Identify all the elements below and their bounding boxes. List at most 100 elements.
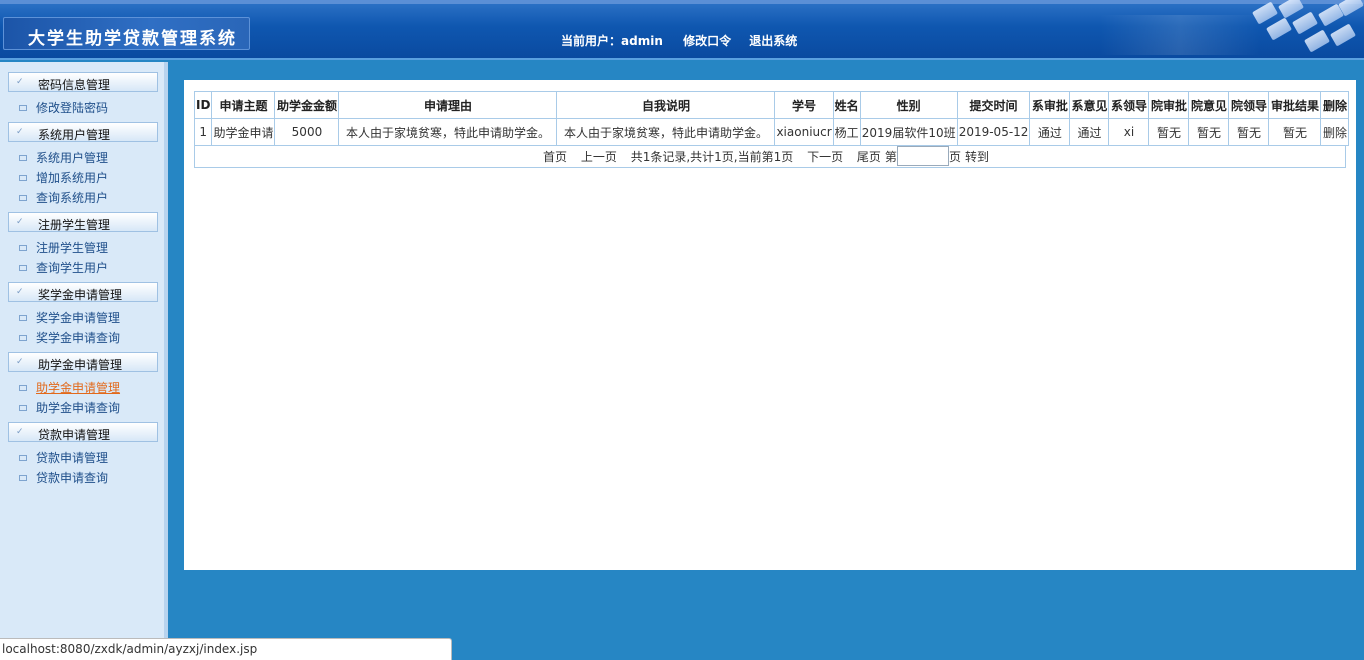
column-header-dept-opinion: 系意见 — [1069, 91, 1110, 119]
cell-dept-approval: 通过 — [1029, 118, 1071, 146]
goto-button[interactable]: 转到 — [965, 150, 989, 164]
column-header-subject: 申请主题 — [211, 91, 276, 119]
item-bullet-icon — [19, 314, 27, 321]
menu-group-label: 奖学金申请管理 — [38, 288, 123, 302]
user-info-bar: 当前用户：admin 修改口令 退出系统 — [561, 32, 811, 49]
menu-group-password[interactable]: ✓ 密码信息管理 — [8, 72, 158, 92]
item-bullet-icon — [19, 404, 27, 411]
cell-college-leader: 暂无 — [1228, 118, 1270, 146]
column-header-college-approval: 院审批 — [1148, 91, 1190, 119]
grant-application-table: ID 申请主题 助学金金额 申请理由 自我说明 学号 姓名 性别 提交时间 系审… — [193, 91, 1350, 146]
cell-amount: 5000 — [274, 118, 340, 146]
cell-submit-time: 2019-05-12 — [956, 118, 1031, 146]
sidebar-item-add-system-user[interactable]: 增加系统用户 — [19, 169, 108, 185]
item-bullet-icon — [19, 174, 27, 181]
cell-result: 暂无 — [1268, 118, 1322, 146]
cell-name: 杨工 — [832, 118, 861, 146]
app-title: 大学生助学贷款管理系统 — [28, 29, 237, 49]
cell-self-description: 本人由于家境贫寒，特此申请助学金。 — [556, 118, 776, 146]
change-password-link[interactable]: 修改口令 — [683, 34, 731, 48]
column-header-college-leader: 院领导 — [1228, 91, 1270, 119]
sidebar-item-loan-manage[interactable]: 贷款申请管理 — [19, 449, 108, 465]
column-header-student-id: 学号 — [774, 91, 834, 119]
cell-gender: 2019届软件10班 — [859, 118, 958, 146]
main-content: ID 申请主题 助学金金额 申请理由 自我说明 学号 姓名 性别 提交时间 系审… — [184, 80, 1356, 570]
page-summary: 共1条记录,共计1页,当前第1页 — [630, 150, 794, 164]
pagination-bar: 首页 上一页 共1条记录,共计1页,当前第1页 下一页 尾页第 页转到 — [194, 146, 1346, 168]
cell-subject: 助学金申请 — [211, 118, 276, 146]
table-header-row: ID 申请主题 助学金金额 申请理由 自我说明 学号 姓名 性别 提交时间 系审… — [193, 91, 1350, 119]
expand-icon: ✓ — [16, 427, 24, 437]
browser-status-bar: localhost:8080/zxdk/admin/ayzxj/index.js… — [0, 638, 452, 660]
menu-group-label: 贷款申请管理 — [38, 428, 111, 442]
cell-dept-leader: xi — [1108, 118, 1150, 146]
column-header-college-opinion: 院意见 — [1188, 91, 1230, 119]
app-header: 大学生助学贷款管理系统 当前用户：admin 修改口令 退出系统 — [0, 0, 1364, 60]
logout-link[interactable]: 退出系统 — [749, 34, 797, 48]
last-page-link[interactable]: 尾页 — [857, 150, 881, 164]
menu-group-label: 注册学生管理 — [38, 218, 111, 232]
menu-group-students[interactable]: ✓ 注册学生管理 — [8, 212, 158, 232]
item-bullet-icon — [19, 244, 27, 251]
sidebar-item-scholarship-manage[interactable]: 奖学金申请管理 — [19, 309, 120, 325]
sidebar-item-student-manage[interactable]: 注册学生管理 — [19, 239, 108, 255]
sidebar-item-change-login-password[interactable]: 修改登陆密码 — [19, 99, 108, 115]
status-url: localhost:8080/zxdk/admin/ayzxj/index.js… — [2, 642, 258, 656]
column-header-gender: 性别 — [859, 91, 958, 119]
sidebar: ✓ 密码信息管理 修改登陆密码 ✓ 系统用户管理 系统用户管理 增加系统用户 查… — [0, 62, 168, 660]
menu-group-label: 助学金申请管理 — [38, 358, 123, 372]
cell-college-opinion: 暂无 — [1188, 118, 1230, 146]
cell-student-id: xiaoniucr — [774, 118, 834, 146]
column-header-amount: 助学金金额 — [274, 91, 340, 119]
sidebar-item-grant-manage[interactable]: 助学金申请管理 — [19, 379, 120, 395]
sidebar-item-query-system-user[interactable]: 查询系统用户 — [19, 189, 108, 205]
menu-group-label: 密码信息管理 — [38, 78, 111, 92]
item-bullet-icon — [19, 264, 27, 271]
item-bullet-icon — [19, 334, 27, 341]
cell-id: 1 — [193, 118, 213, 146]
expand-icon: ✓ — [16, 357, 24, 367]
menu-group-system-users[interactable]: ✓ 系统用户管理 — [8, 122, 158, 142]
sidebar-item-grant-query[interactable]: 助学金申请查询 — [19, 399, 120, 415]
expand-icon: ✓ — [16, 127, 24, 137]
header-topline — [0, 0, 1364, 4]
next-page-link[interactable]: 下一页 — [807, 150, 843, 164]
menu-group-scholarship[interactable]: ✓ 奖学金申请管理 — [8, 282, 158, 302]
item-bullet-icon — [19, 454, 27, 461]
sidebar-item-query-student[interactable]: 查询学生用户 — [19, 259, 108, 275]
sidebar-item-system-user-manage[interactable]: 系统用户管理 — [19, 149, 108, 165]
menu-group-loan[interactable]: ✓ 贷款申请管理 — [8, 422, 158, 442]
column-header-delete: 删除 — [1320, 91, 1350, 119]
column-header-submit-time: 提交时间 — [956, 91, 1031, 119]
item-bullet-icon — [19, 104, 27, 111]
sidebar-item-scholarship-query[interactable]: 奖学金申请查询 — [19, 329, 120, 345]
column-header-result: 审批结果 — [1268, 91, 1322, 119]
page-number-input[interactable] — [896, 146, 949, 166]
pagination: 首页 上一页 共1条记录,共计1页,当前第1页 下一页 尾页第 页转到 — [543, 146, 999, 166]
item-bullet-icon — [19, 384, 27, 391]
current-user-name: admin — [621, 34, 663, 48]
expand-icon: ✓ — [16, 217, 24, 227]
menu-group-grant[interactable]: ✓ 助学金申请管理 — [8, 352, 158, 372]
expand-icon: ✓ — [16, 287, 24, 297]
goto-prefix: 第 — [884, 150, 897, 164]
app-logo: 大学生助学贷款管理系统 — [3, 17, 250, 50]
menu-group-label: 系统用户管理 — [38, 128, 111, 142]
header-decoration — [1100, 15, 1260, 55]
goto-suffix: 页 — [948, 150, 961, 164]
first-page-link[interactable]: 首页 — [543, 150, 567, 164]
sidebar-item-loan-query[interactable]: 贷款申请查询 — [19, 469, 108, 485]
cell-reason: 本人由于家境贫寒，特此申请助学金。 — [338, 118, 558, 146]
table-row: 1 助学金申请 5000 本人由于家境贫寒，特此申请助学金。 本人由于家境贫寒，… — [193, 118, 1350, 146]
column-header-dept-approval: 系审批 — [1029, 91, 1071, 119]
column-header-reason: 申请理由 — [338, 91, 558, 119]
column-header-id: ID — [193, 91, 213, 119]
prev-page-link[interactable]: 上一页 — [581, 150, 617, 164]
item-bullet-icon — [19, 154, 27, 161]
delete-link[interactable]: 删除 — [1320, 118, 1350, 146]
expand-icon: ✓ — [16, 77, 24, 87]
column-header-dept-leader: 系领导 — [1108, 91, 1150, 119]
keyboard-decoration-icon — [1244, 0, 1364, 60]
cell-dept-opinion: 通过 — [1069, 118, 1110, 146]
column-header-name: 姓名 — [832, 91, 861, 119]
